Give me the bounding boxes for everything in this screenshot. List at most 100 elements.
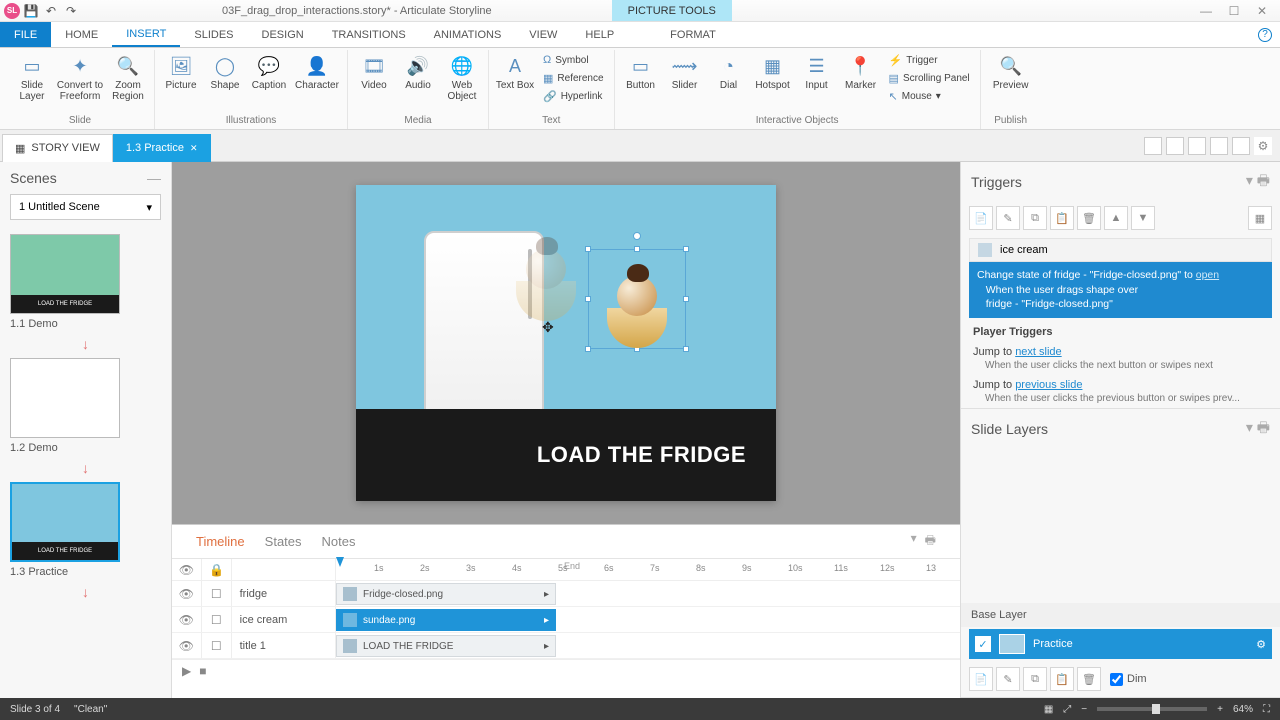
play-icon[interactable]: ▶	[182, 664, 191, 678]
zoom-out-icon[interactable]: −	[1081, 704, 1087, 715]
scrolling-panel-button[interactable]: ▤Scrolling Panel	[885, 70, 974, 86]
reference-button[interactable]: ▦Reference	[539, 70, 608, 86]
maximize-icon[interactable]: ☐	[1220, 2, 1248, 20]
close-icon[interactable]: ✕	[1248, 2, 1276, 20]
trigger-next[interactable]: Jump to next slide When the user clicks …	[961, 342, 1280, 375]
zoom-value[interactable]: 64%	[1233, 704, 1253, 715]
fit-window-icon[interactable]: ⛶	[1263, 704, 1270, 715]
eye-icon[interactable]: 👁	[172, 607, 202, 632]
scene-dropdown[interactable]: 1 Untitled Scene▾	[10, 194, 161, 220]
layer-gear-icon[interactable]: ⚙	[1256, 638, 1266, 651]
move-up-icon[interactable]: ▲	[1104, 206, 1128, 230]
layer-row-base[interactable]: ✓ Practice ⚙	[969, 629, 1272, 659]
tab-slide[interactable]: 1.3 Practice✕	[113, 134, 211, 162]
preview-button[interactable]: 🔍Preview	[987, 50, 1035, 91]
dial-button[interactable]: ◔Dial	[709, 50, 749, 91]
lock-icon[interactable]: ☐	[202, 607, 232, 632]
lock-icon[interactable]: ☐	[202, 581, 232, 606]
video-button[interactable]: 🎞Video	[354, 50, 394, 91]
menu-transitions[interactable]: TRANSITIONS	[318, 22, 420, 47]
resize-handle[interactable]	[634, 246, 640, 252]
resize-handle[interactable]	[585, 346, 591, 352]
slide-canvas[interactable]: ✥ LOAD THE FRIDGE	[172, 162, 960, 524]
undo-icon[interactable]: ↶	[42, 2, 60, 20]
dim-checkbox[interactable]	[1110, 673, 1123, 686]
convert-freeform-button[interactable]: ✦Convert to Freeform	[56, 50, 104, 102]
edit-trigger-icon[interactable]: ✎	[996, 206, 1020, 230]
timeline-clip[interactable]: LOAD THE FRIDGE▸	[336, 635, 556, 657]
rotate-handle[interactable]	[633, 232, 641, 240]
zoom-region-button[interactable]: 🔍Zoom Region	[108, 50, 148, 102]
resize-handle[interactable]	[683, 246, 689, 252]
eye-column-icon[interactable]: 👁	[172, 559, 202, 580]
button-button[interactable]: ▭Button	[621, 50, 661, 91]
marker-button[interactable]: 📍Marker	[841, 50, 881, 91]
sundae-selection[interactable]	[588, 249, 686, 349]
eye-icon[interactable]: 👁	[172, 581, 202, 606]
new-trigger-icon[interactable]: 📄	[969, 206, 993, 230]
delete-trigger-icon[interactable]: 🗑	[1077, 206, 1101, 230]
resize-handle[interactable]	[683, 296, 689, 302]
menu-slides[interactable]: SLIDES	[180, 22, 247, 47]
save-icon[interactable]: 💾	[22, 2, 40, 20]
timeline-clip[interactable]: sundae.png▸	[336, 609, 556, 631]
hotspot-button[interactable]: ▦Hotspot	[753, 50, 793, 91]
print-icon[interactable]: 🖶	[925, 531, 936, 552]
redo-icon[interactable]: ↷	[62, 2, 80, 20]
zoom-in-icon[interactable]: +	[1217, 704, 1223, 715]
settings-gear-icon[interactable]: ⚙	[1254, 137, 1272, 155]
tab-story-view[interactable]: ▦STORY VIEW	[2, 134, 113, 162]
trigger-object-row[interactable]: ice cream	[969, 238, 1272, 262]
slide-thumb-2[interactable]: 1.2 Demo	[10, 358, 161, 454]
resize-handle[interactable]	[683, 346, 689, 352]
timeline-row[interactable]: 👁☐fridgeFridge-closed.png▸	[172, 581, 960, 607]
layer-visible-checkbox[interactable]: ✓	[975, 636, 991, 652]
input-button[interactable]: ☰Input	[797, 50, 837, 91]
menu-format[interactable]: FORMAT	[656, 22, 730, 47]
minimize-icon[interactable]: —	[1192, 2, 1220, 20]
fit-icon[interactable]: ⤢	[1063, 704, 1071, 715]
trigger-selected[interactable]: Change state of fridge - "Fridge-closed.…	[969, 262, 1272, 318]
help-icon[interactable]: ?	[1258, 28, 1272, 42]
menu-insert[interactable]: INSERT	[112, 22, 180, 47]
new-layer-icon[interactable]: 📄	[969, 667, 993, 691]
picture-button[interactable]: 🖼Picture	[161, 50, 201, 91]
view-icon-1[interactable]	[1144, 137, 1162, 155]
symbol-button[interactable]: ΩSymbol	[539, 52, 608, 68]
collapse-icon[interactable]: —	[147, 170, 161, 186]
paste-trigger-icon[interactable]: 📋	[1050, 206, 1074, 230]
menu-animations[interactable]: ANIMATIONS	[420, 22, 516, 47]
context-tab-picture-tools[interactable]: PICTURE TOOLS	[612, 0, 732, 21]
view-icon-5[interactable]	[1232, 137, 1250, 155]
paste-layer-icon[interactable]: 📋	[1050, 667, 1074, 691]
view-grid-icon[interactable]: ▦	[1044, 704, 1053, 715]
sundae-object[interactable]	[589, 250, 685, 348]
tab-states[interactable]: States	[265, 534, 302, 549]
resize-handle[interactable]	[585, 246, 591, 252]
shape-button[interactable]: ◯Shape	[205, 50, 245, 91]
zoom-slider[interactable]	[1097, 707, 1207, 711]
tab-close-icon[interactable]: ✕	[190, 143, 198, 154]
resize-handle[interactable]	[585, 296, 591, 302]
timeline-row[interactable]: 👁☐ice creamsundae.png▸	[172, 607, 960, 633]
trigger-prev[interactable]: Jump to previous slide When the user cli…	[961, 375, 1280, 408]
slide-thumb-3[interactable]: LOAD THE FRIDGE 1.3 Practice	[10, 482, 161, 578]
menu-view[interactable]: VIEW	[515, 22, 571, 47]
stop-icon[interactable]: ■	[199, 664, 206, 678]
collapse-icon[interactable]: ▾	[911, 531, 917, 552]
slide-thumb-1[interactable]: LOAD THE FRIDGE 1.1 Demo	[10, 234, 161, 330]
timeline-row[interactable]: 👁☐title 1LOAD THE FRIDGE▸	[172, 633, 960, 659]
text-box-button[interactable]: AText Box	[495, 50, 535, 91]
variables-icon[interactable]: ▦	[1248, 206, 1272, 230]
timeline-ruler[interactable]: End 1s2s3s4s5s6s7s8s9s10s11s12s13	[336, 559, 960, 580]
eye-icon[interactable]: 👁	[172, 633, 202, 658]
copy-trigger-icon[interactable]: ⧉	[1023, 206, 1047, 230]
view-icon-4[interactable]	[1210, 137, 1228, 155]
slide-layer-button[interactable]: ▭Slide Layer	[12, 50, 52, 102]
hyperlink-button[interactable]: 🔗Hyperlink	[539, 88, 608, 104]
caption-button[interactable]: 💬Caption	[249, 50, 289, 91]
trigger-button[interactable]: ⚡Trigger	[885, 52, 974, 68]
lock-column-icon[interactable]: 🔒	[202, 559, 232, 580]
timeline-clip[interactable]: Fridge-closed.png▸	[336, 583, 556, 605]
tab-notes[interactable]: Notes	[322, 534, 356, 549]
